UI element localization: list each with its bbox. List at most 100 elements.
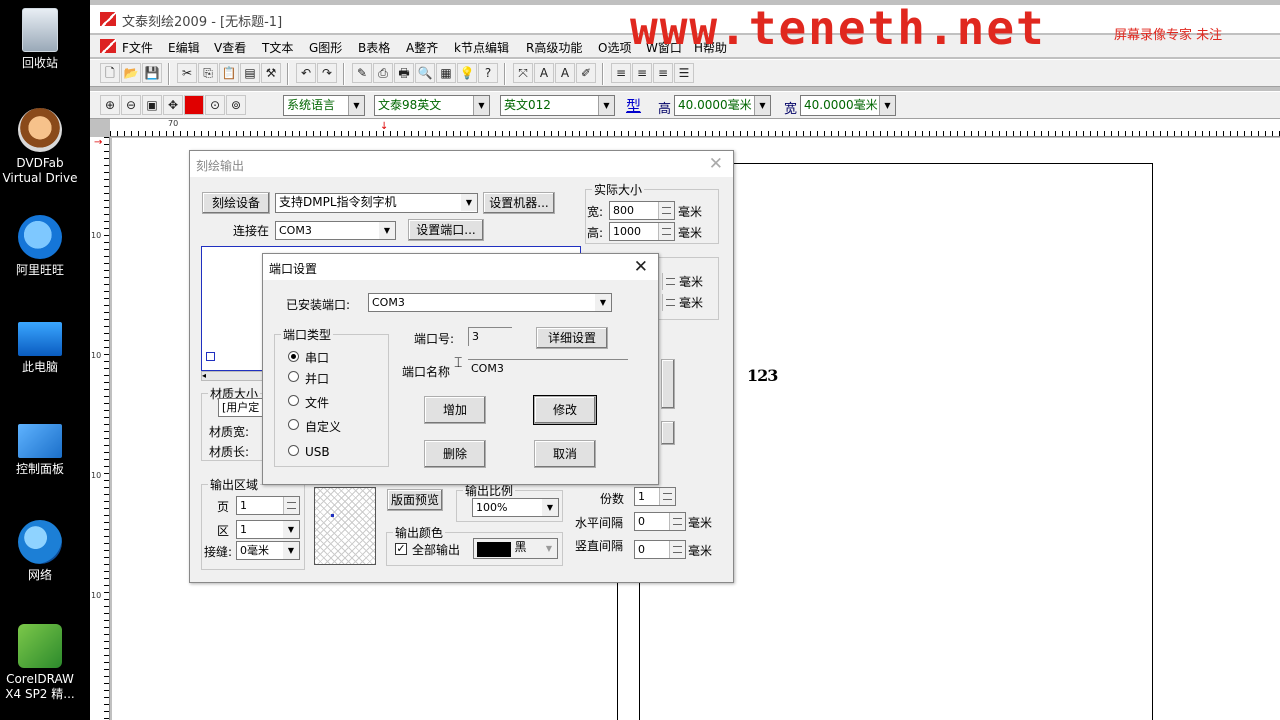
ratio-select[interactable]: 100% ▼ bbox=[472, 498, 559, 517]
desktop-icon-this-pc[interactable]: 此电脑 bbox=[0, 316, 80, 375]
setup-port-button[interactable]: 设置端口... bbox=[408, 219, 484, 241]
save-icon[interactable]: 💾 bbox=[142, 63, 162, 83]
doc-logo-icon[interactable] bbox=[100, 39, 116, 53]
device-select[interactable]: 支持DMPL指令刻字机 ▼ bbox=[275, 193, 478, 213]
page-input[interactable]: 1 bbox=[236, 496, 300, 515]
new-icon[interactable]: 🗋 bbox=[100, 63, 120, 83]
menu-align[interactable]: A整齐 bbox=[406, 39, 438, 56]
print-icon[interactable]: 🖶 bbox=[394, 63, 414, 83]
preview-icon[interactable]: 🔍 bbox=[415, 63, 435, 83]
seam-select[interactable]: 0毫米 ▼ bbox=[236, 541, 300, 560]
lightbulb-icon[interactable]: 💡 bbox=[457, 63, 477, 83]
height-input[interactable]: 40.0000毫米 ▼ bbox=[674, 95, 771, 116]
area-select[interactable]: 1 ▼ bbox=[236, 520, 300, 539]
canvas-text-object[interactable]: 123 bbox=[747, 366, 778, 385]
paste-icon[interactable]: 📋 bbox=[219, 63, 239, 83]
modify-button[interactable]: 修改 bbox=[533, 395, 597, 425]
radio-parallel[interactable] bbox=[288, 371, 299, 382]
close-icon[interactable]: ✕ bbox=[709, 154, 723, 174]
node-tool-icon[interactable]: ⤧ bbox=[513, 63, 533, 83]
stop-icon[interactable] bbox=[184, 95, 204, 115]
text-edit-icon[interactable]: A bbox=[555, 63, 575, 83]
port-name-input[interactable]: COM3 bbox=[468, 359, 628, 378]
font-type-button[interactable]: 型 bbox=[626, 95, 641, 116]
desktop-icon-coreldraw[interactable]: CoreIDRAW X4 SP2 精... bbox=[0, 624, 80, 702]
chinese-font-select[interactable]: 文泰98英文 ▼ bbox=[374, 95, 490, 116]
h-spacing-input[interactable]: 0 bbox=[634, 512, 686, 531]
device-button[interactable]: 刻绘设备 bbox=[202, 192, 270, 214]
copy-icon[interactable]: ⎘ bbox=[198, 63, 218, 83]
spinner-icon[interactable] bbox=[662, 273, 678, 290]
desktop-icon-recycle-bin[interactable]: 回收站 bbox=[0, 8, 80, 71]
edit-box-icon[interactable]: ✐ bbox=[576, 63, 596, 83]
scan-icon[interactable]: ▦ bbox=[436, 63, 456, 83]
zoom-page-icon[interactable]: ⊙ bbox=[205, 95, 225, 115]
spinner-icon[interactable] bbox=[669, 541, 685, 558]
vertical-ruler[interactable]: → 10 10 10 10 bbox=[90, 137, 110, 720]
align-justify-icon[interactable]: ☰ bbox=[674, 63, 694, 83]
menu-text[interactable]: T文本 bbox=[262, 39, 293, 56]
v-spacing-input[interactable]: 0 bbox=[634, 540, 686, 559]
spinner-icon[interactable] bbox=[658, 223, 674, 240]
menu-edit[interactable]: E编辑 bbox=[168, 39, 200, 56]
menu-node-edit[interactable]: k节点编辑 bbox=[454, 39, 509, 56]
cut-icon[interactable]: ✂ bbox=[177, 63, 197, 83]
radio-serial[interactable] bbox=[288, 351, 299, 362]
align-center-icon[interactable]: ≡ bbox=[632, 63, 652, 83]
desktop-icon-aliwangwang[interactable]: 阿里旺旺 bbox=[0, 215, 80, 278]
radio-file[interactable] bbox=[288, 395, 299, 406]
installed-port-select[interactable]: COM3 ▼ bbox=[368, 293, 612, 312]
color-select[interactable]: 黑 ▼ bbox=[473, 538, 558, 559]
align-right-icon[interactable]: ≡ bbox=[653, 63, 673, 83]
radio-custom[interactable] bbox=[288, 419, 299, 430]
english-font-select[interactable]: 英文012 ▼ bbox=[500, 95, 615, 116]
paste-special-icon[interactable]: ▤ bbox=[240, 63, 260, 83]
format-brush-icon[interactable]: ⚒ bbox=[261, 63, 281, 83]
desktop-icon-network[interactable]: 网络 bbox=[0, 520, 80, 583]
menu-advanced[interactable]: R高级功能 bbox=[526, 39, 582, 56]
side-button[interactable] bbox=[661, 359, 675, 409]
side-button[interactable] bbox=[661, 421, 675, 445]
spinner-icon[interactable] bbox=[669, 513, 685, 530]
zoom-all-icon[interactable]: ⊚ bbox=[226, 95, 246, 115]
help-icon[interactable]: ? bbox=[478, 63, 498, 83]
radio-usb[interactable] bbox=[288, 445, 299, 456]
engrave-icon[interactable]: ✎ bbox=[352, 63, 372, 83]
output-icon[interactable]: ⎙ bbox=[373, 63, 393, 83]
preview-scrollbar[interactable]: ◂ bbox=[201, 371, 263, 381]
zoom-in-icon[interactable]: ⊕ bbox=[100, 95, 120, 115]
material-select[interactable]: [用户定 bbox=[218, 398, 268, 417]
align-left-icon[interactable]: ≡ bbox=[611, 63, 631, 83]
delete-button[interactable]: 删除 bbox=[424, 440, 486, 468]
menu-file[interactable]: F文件 bbox=[122, 39, 153, 56]
detail-settings-button[interactable]: 详细设置 bbox=[536, 327, 608, 349]
desktop-icon-control-panel[interactable]: 控制面板 bbox=[0, 418, 80, 477]
port-number-input[interactable]: 3 bbox=[468, 327, 512, 346]
spinner-icon[interactable] bbox=[283, 497, 299, 514]
text-tool-icon[interactable]: A bbox=[534, 63, 554, 83]
open-icon[interactable]: 📂 bbox=[121, 63, 141, 83]
menu-view[interactable]: V查看 bbox=[214, 39, 246, 56]
menu-graphics[interactable]: G图形 bbox=[309, 39, 342, 56]
spinner-icon[interactable] bbox=[658, 202, 674, 219]
spinner-icon[interactable] bbox=[662, 294, 678, 311]
add-button[interactable]: 增加 bbox=[424, 396, 486, 424]
language-select[interactable]: 系统语言 ▼ bbox=[283, 95, 365, 116]
close-icon[interactable]: ✕ bbox=[634, 257, 648, 277]
copies-input[interactable]: 1 bbox=[634, 487, 676, 506]
all-output-checkbox[interactable]: ✓ bbox=[395, 543, 407, 555]
actual-height-input[interactable]: 1000 bbox=[609, 222, 675, 241]
zoom-box-icon[interactable]: ▣ bbox=[142, 95, 162, 115]
connect-select[interactable]: COM3 ▼ bbox=[275, 221, 396, 240]
setup-machine-button[interactable]: 设置机器... bbox=[483, 192, 555, 214]
width-input[interactable]: 40.0000毫米 ▼ bbox=[800, 95, 896, 116]
pan-icon[interactable]: ✥ bbox=[163, 95, 183, 115]
cancel-button[interactable]: 取消 bbox=[534, 440, 596, 468]
layout-preview-button[interactable]: 版面预览 bbox=[387, 489, 443, 511]
actual-width-input[interactable]: 800 bbox=[609, 201, 675, 220]
menu-table[interactable]: B表格 bbox=[358, 39, 390, 56]
horizontal-ruler[interactable]: 70 ↓ bbox=[110, 119, 1280, 137]
desktop-icon-dvdfab[interactable]: DVDFab Virtual Drive bbox=[0, 108, 80, 186]
redo-icon[interactable]: ↷ bbox=[317, 63, 337, 83]
zoom-out-icon[interactable]: ⊖ bbox=[121, 95, 141, 115]
